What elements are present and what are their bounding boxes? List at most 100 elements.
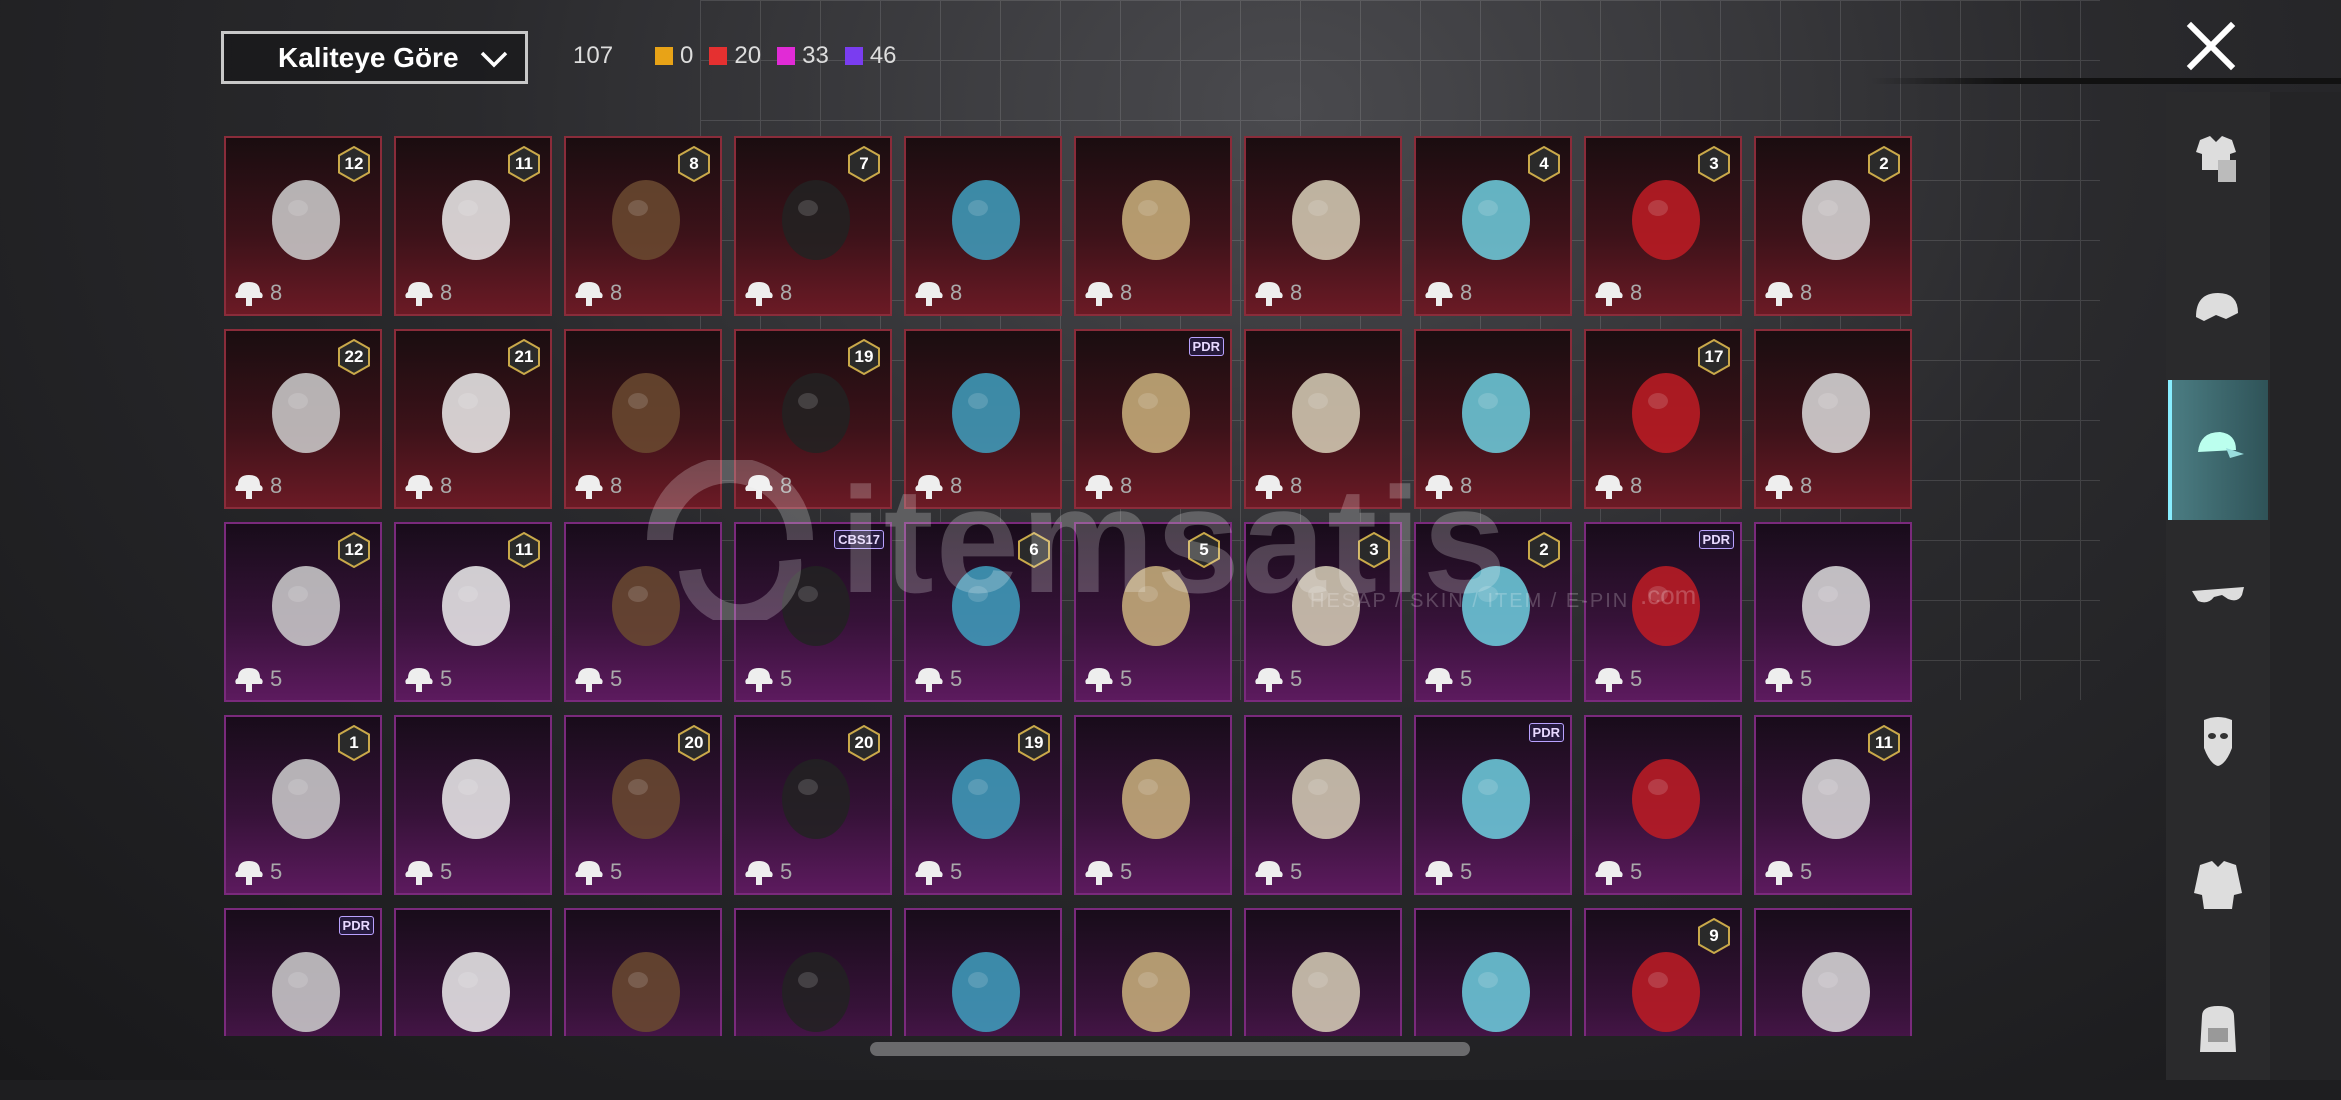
item-tile[interactable]: PDR: [224, 908, 382, 1036]
side-tab-cap[interactable]: [2168, 380, 2268, 520]
item-price: 5: [1252, 857, 1302, 887]
item-tile[interactable]: [904, 908, 1062, 1036]
item-tile[interactable]: 11 5: [394, 522, 552, 702]
item-price: 8: [232, 278, 282, 308]
stat-gold: 0: [655, 42, 693, 70]
close-icon[interactable]: [2183, 18, 2239, 74]
item-price: 8: [742, 471, 792, 501]
level-badge: 4: [1526, 146, 1562, 182]
item-art: [1462, 952, 1530, 1032]
item-tile[interactable]: 8: [1244, 136, 1402, 316]
item-art: [612, 566, 680, 646]
item-tile[interactable]: 5: [1584, 715, 1742, 895]
coupon-icon: [915, 861, 943, 885]
level-badge: 5: [1186, 532, 1222, 568]
item-price: 5: [572, 857, 622, 887]
gold-swatch: [655, 47, 674, 65]
item-tile[interactable]: PDR 5: [1584, 522, 1742, 702]
item-tile[interactable]: 35: [1244, 522, 1402, 702]
horizontal-scrollbar[interactable]: [870, 1042, 1470, 1056]
level-badge: 19: [846, 339, 882, 375]
item-tile[interactable]: 17 8: [1584, 329, 1742, 509]
side-tab-helmet[interactable]: [2168, 243, 2268, 383]
level-badge: 20: [846, 725, 882, 761]
item-tile[interactable]: 20 5: [734, 715, 892, 895]
side-tab-jacket[interactable]: [2168, 815, 2268, 955]
item-tile[interactable]: [734, 908, 892, 1036]
item-tile[interactable]: 22 8: [224, 329, 382, 509]
item-tile[interactable]: [1754, 908, 1912, 1036]
item-tile[interactable]: 28: [1754, 136, 1912, 316]
item-tile[interactable]: 8: [904, 329, 1062, 509]
item-tile[interactable]: 5: [564, 522, 722, 702]
level-badge: 8: [676, 146, 712, 182]
item-tile[interactable]: [1244, 908, 1402, 1036]
item-tile[interactable]: [394, 908, 552, 1036]
item-price: 5: [1592, 857, 1642, 887]
item-tile[interactable]: 5: [394, 715, 552, 895]
item-price: 5: [912, 857, 962, 887]
item-tile[interactable]: 78: [734, 136, 892, 316]
item-tile[interactable]: PDR 5: [1414, 715, 1572, 895]
item-tile[interactable]: [564, 908, 722, 1036]
item-tile[interactable]: 8: [1754, 329, 1912, 509]
side-tab-backpack[interactable]: [2168, 960, 2268, 1100]
item-tile[interactable]: [1074, 908, 1232, 1036]
item-price: 5: [1762, 857, 1812, 887]
item-tile[interactable]: 8: [564, 329, 722, 509]
item-tile[interactable]: 19 8: [734, 329, 892, 509]
item-tile[interactable]: 5: [1244, 715, 1402, 895]
stat-red: 20: [709, 42, 761, 70]
item-tile[interactable]: 20 5: [564, 715, 722, 895]
item-tile[interactable]: 12 8: [224, 136, 382, 316]
item-tile[interactable]: 19 5: [904, 715, 1062, 895]
red-swatch: [709, 47, 728, 65]
item-tile[interactable]: 8: [904, 136, 1062, 316]
side-tab-outfit[interactable]: [2168, 92, 2268, 232]
sort-label: Kaliteye Göre: [278, 41, 459, 73]
coupon-icon: [1765, 282, 1793, 306]
item-price: 8: [1252, 471, 1302, 501]
level-badge: 19: [1016, 725, 1052, 761]
purple-swatch: [844, 47, 863, 65]
collab-badge: PDR: [1698, 530, 1734, 549]
item-tile[interactable]: 15: [224, 715, 382, 895]
level-badge: 12: [336, 146, 372, 182]
item-tile[interactable]: 8: [1074, 136, 1232, 316]
collab-badge: CBS17: [834, 530, 884, 549]
item-tile[interactable]: CBS17 5: [734, 522, 892, 702]
item-tile[interactable]: 5: [1074, 715, 1232, 895]
item-price: 5: [912, 664, 962, 694]
item-tile[interactable]: 5: [1754, 522, 1912, 702]
item-tile[interactable]: 8: [1414, 329, 1572, 509]
item-tile[interactable]: 48: [1414, 136, 1572, 316]
item-tile[interactable]: 65: [904, 522, 1062, 702]
item-tile[interactable]: 11 5: [1754, 715, 1912, 895]
item-tile[interactable]: 11 8: [394, 136, 552, 316]
item-tile[interactable]: PDR 8: [1074, 329, 1232, 509]
item-tile[interactable]: [1414, 908, 1572, 1036]
side-tab-mask[interactable]: [2168, 672, 2268, 812]
side-tab-glasses[interactable]: [2168, 527, 2268, 667]
item-tile[interactable]: 21 8: [394, 329, 552, 509]
coupon-icon: [1255, 668, 1283, 692]
level-badge: 2: [1526, 532, 1562, 568]
item-tile[interactable]: 88: [564, 136, 722, 316]
item-tile[interactable]: 9: [1584, 908, 1742, 1036]
item-tile[interactable]: 55: [1074, 522, 1232, 702]
item-price: 8: [232, 471, 282, 501]
coupon-icon: [915, 475, 943, 499]
item-price: 8: [1762, 471, 1812, 501]
item-tile[interactable]: 25: [1414, 522, 1572, 702]
item-tile[interactable]: 12 5: [224, 522, 382, 702]
level-badge: 11: [1866, 725, 1902, 761]
item-tile[interactable]: 38: [1584, 136, 1742, 316]
mask-icon: [2204, 717, 2232, 766]
level-badge: 1: [336, 725, 372, 761]
level-badge: 22: [336, 339, 372, 375]
item-art: [1462, 759, 1530, 839]
item-price: 5: [1082, 857, 1132, 887]
item-tile[interactable]: 8: [1244, 329, 1402, 509]
sort-dropdown[interactable]: Kaliteye Göre: [221, 31, 528, 84]
item-art: [1122, 180, 1190, 260]
